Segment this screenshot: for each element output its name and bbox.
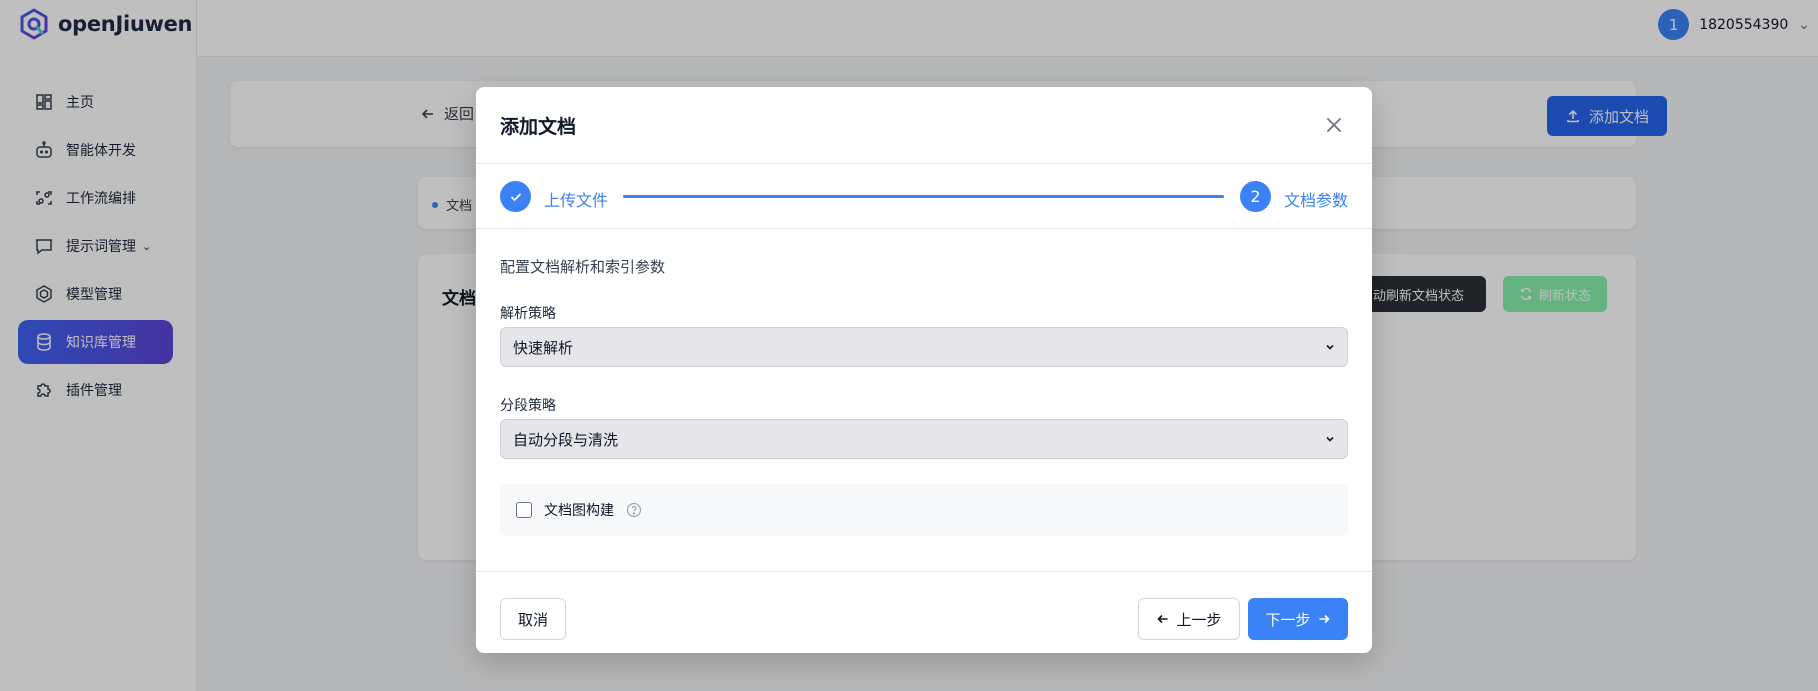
arrow-right-icon <box>1319 614 1330 624</box>
segment-strategy-value: 自动分段与清洗 <box>513 430 619 449</box>
parse-strategy-select[interactable]: 快速解析 <box>500 327 1348 367</box>
next-step-button[interactable]: 下一步 <box>1248 598 1348 640</box>
graph-build-option: 文档图构建 <box>500 484 1348 536</box>
check-icon <box>510 193 521 201</box>
dialog-footer: 取消 上一步 下一步 <box>476 571 1372 653</box>
step-2-label: 文档参数 <box>1284 191 1349 210</box>
cancel-button[interactable]: 取消 <box>500 598 566 640</box>
previous-step-label: 上一步 <box>1176 610 1222 629</box>
parse-strategy-label: 解析策略 <box>500 306 556 322</box>
add-document-dialog: 添加文档 上传文件 2 文档参数 配置文档解析和索引参数 解析策略 快速解析 分… <box>476 87 1372 653</box>
step-connector <box>623 195 1224 198</box>
close-button[interactable] <box>1320 111 1348 139</box>
cancel-label: 取消 <box>517 610 548 629</box>
dialog-title: 添加文档 <box>500 116 577 138</box>
next-step-label: 下一步 <box>1265 610 1311 629</box>
graph-build-checkbox[interactable] <box>516 502 532 518</box>
previous-step-button[interactable]: 上一步 <box>1138 598 1240 640</box>
segment-strategy-select[interactable]: 自动分段与清洗 <box>500 419 1348 459</box>
arrow-left-icon <box>1157 614 1168 624</box>
chevron-down-icon <box>1326 344 1334 350</box>
segment-strategy-label: 分段策略 <box>500 398 556 414</box>
dialog-header: 添加文档 <box>476 87 1372 164</box>
step-2-indicator: 2 <box>1240 181 1271 212</box>
help-icon[interactable] <box>626 502 642 518</box>
parse-strategy-value: 快速解析 <box>513 338 574 357</box>
dialog-subtitle: 配置文档解析和索引参数 <box>500 258 666 276</box>
step-1-indicator <box>500 181 531 212</box>
chevron-down-icon <box>1326 436 1334 442</box>
graph-build-label: 文档图构建 <box>544 503 614 519</box>
close-icon <box>1327 118 1341 132</box>
step-1-label: 上传文件 <box>544 191 609 210</box>
stepper: 上传文件 2 文档参数 <box>476 164 1372 229</box>
